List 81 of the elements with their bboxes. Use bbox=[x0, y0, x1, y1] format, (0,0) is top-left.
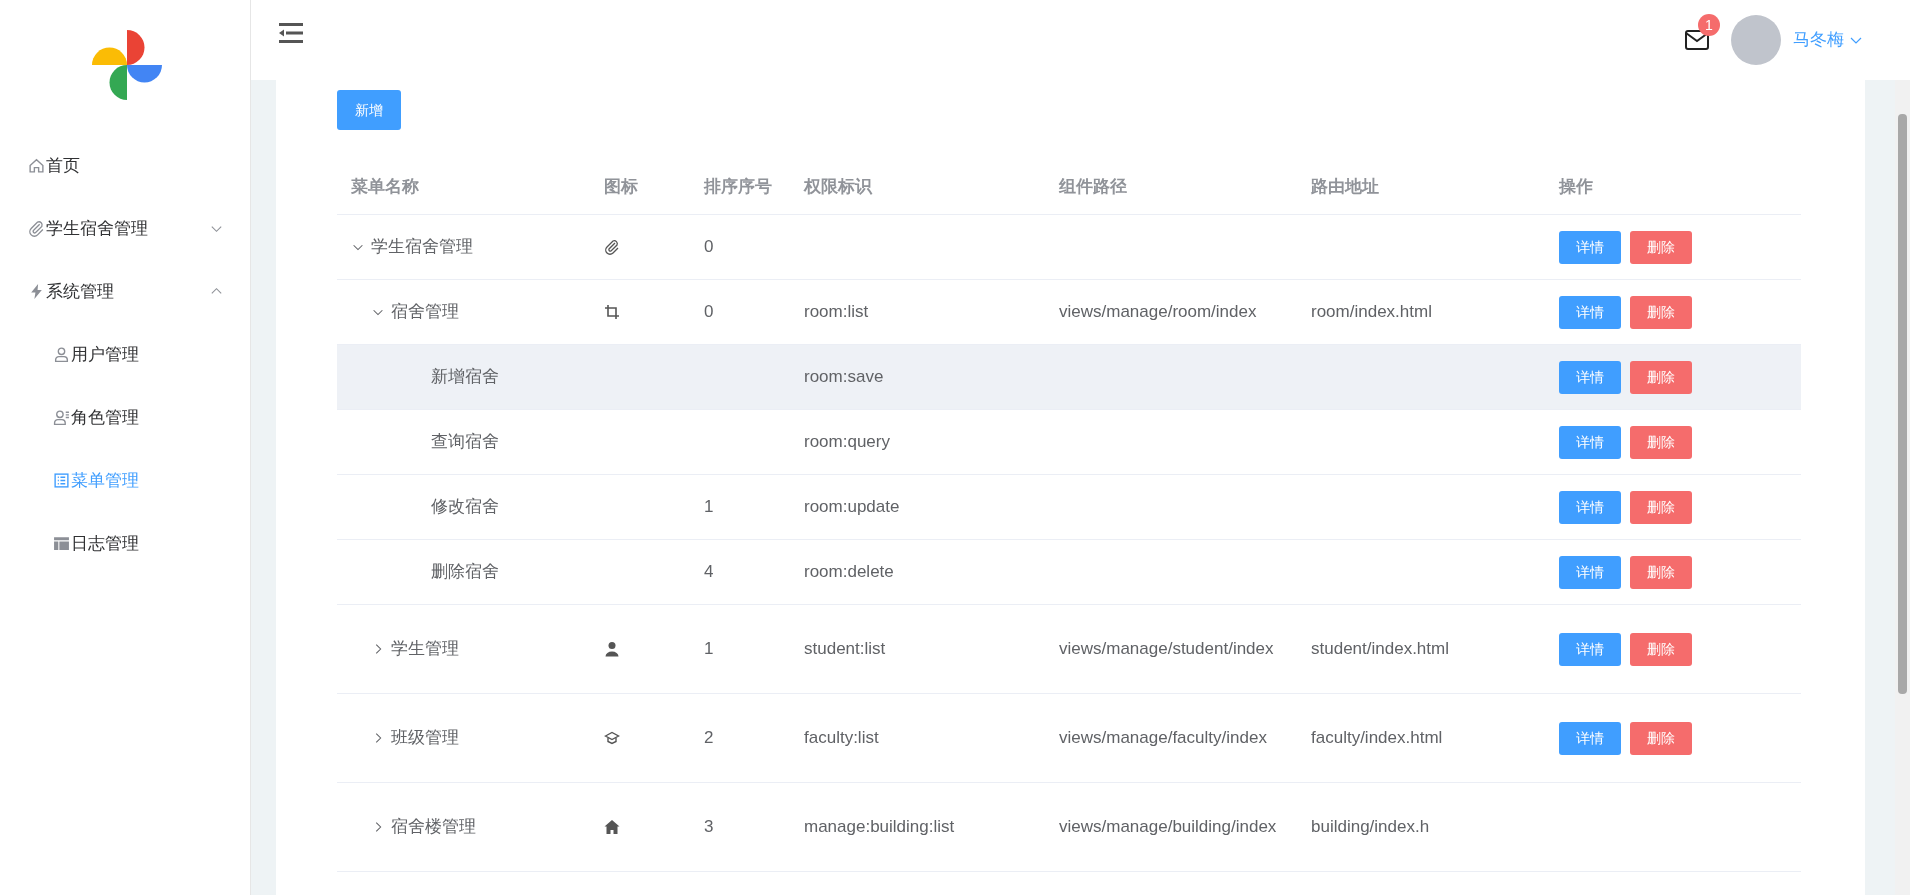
menu-name: 学生宿舍管理 bbox=[371, 236, 473, 259]
component-path: views/manage/building/index bbox=[1059, 816, 1277, 838]
person-icon bbox=[604, 641, 620, 657]
permission-key: faculty:list bbox=[804, 728, 879, 748]
avatar[interactable] bbox=[1731, 15, 1781, 65]
column-header: 组件路径 bbox=[1059, 176, 1127, 196]
sidebar-item[interactable]: 菜单管理 bbox=[0, 449, 250, 512]
sort-number: 1 bbox=[704, 497, 714, 517]
sort-number: 0 bbox=[704, 237, 714, 257]
permission-key: manage:building:list bbox=[804, 817, 955, 837]
permission-key: student:list bbox=[804, 639, 886, 659]
delete-button[interactable]: 删除 bbox=[1630, 360, 1692, 394]
delete-button[interactable]: 删除 bbox=[1630, 295, 1692, 329]
detail-button[interactable]: 详情 bbox=[1559, 490, 1621, 524]
list-icon bbox=[53, 472, 70, 489]
paperclip-icon bbox=[604, 239, 620, 255]
detail-button[interactable]: 详情 bbox=[1559, 632, 1621, 666]
menu-name: 修改宿舍 bbox=[431, 496, 499, 519]
column-header: 图标 bbox=[604, 176, 638, 196]
home-icon bbox=[28, 157, 45, 174]
sort-number: 2 bbox=[704, 728, 714, 748]
permission-key: room:update bbox=[804, 497, 900, 517]
permission-key: room:query bbox=[804, 432, 890, 452]
sidebar-item[interactable]: 角色管理 bbox=[0, 386, 250, 449]
menu-icon[interactable] bbox=[279, 23, 303, 43]
delete-button[interactable]: 删除 bbox=[1630, 230, 1692, 264]
menu-name: 新增宿舍 bbox=[431, 366, 499, 389]
sidebar-item[interactable]: 学生宿舍管理 bbox=[0, 197, 250, 260]
component-path: views/manage/room/index bbox=[1059, 301, 1258, 323]
table-icon bbox=[53, 535, 70, 552]
mail-icon[interactable] bbox=[1685, 30, 1709, 50]
column-header: 菜单名称 bbox=[351, 176, 419, 196]
column-header: 排序序号 bbox=[704, 176, 772, 196]
column-header: 权限标识 bbox=[804, 176, 872, 196]
add-button[interactable]: 新增 bbox=[337, 90, 401, 130]
sidebar-item[interactable]: 用户管理 bbox=[0, 323, 250, 386]
delete-button[interactable]: 删除 bbox=[1630, 425, 1692, 459]
column-header: 操作 bbox=[1559, 176, 1593, 196]
delete-button[interactable]: 删除 bbox=[1630, 490, 1692, 524]
permission-key: room:save bbox=[804, 367, 884, 387]
route-path: student/index.html bbox=[1311, 639, 1449, 659]
route-path: faculty/index.html bbox=[1311, 728, 1443, 748]
delete-button[interactable]: 删除 bbox=[1630, 721, 1692, 755]
sort-number: 4 bbox=[704, 562, 714, 582]
notification-badge: 1 bbox=[1698, 14, 1720, 36]
menu-name: 删除宿舍 bbox=[431, 561, 499, 584]
menu-name: 查询宿舍 bbox=[431, 431, 499, 454]
user-icon bbox=[53, 346, 70, 363]
sort-number: 1 bbox=[704, 639, 714, 659]
detail-button[interactable]: 详情 bbox=[1559, 721, 1621, 755]
pinwheel-logo bbox=[92, 30, 162, 100]
paperclip-icon bbox=[28, 220, 45, 237]
menu-name: 班级管理 bbox=[391, 727, 459, 750]
route-path: room/index.html bbox=[1311, 302, 1432, 322]
menu-name: 宿舍楼管理 bbox=[391, 816, 476, 839]
detail-button[interactable]: 详情 bbox=[1559, 230, 1621, 264]
component-path: views/manage/student/index bbox=[1059, 638, 1275, 660]
delete-button[interactable]: 删除 bbox=[1630, 632, 1692, 666]
permission-key: room:delete bbox=[804, 562, 894, 582]
sidebar-item[interactable]: 日志管理 bbox=[0, 512, 250, 575]
detail-button[interactable]: 详情 bbox=[1559, 360, 1621, 394]
user-list-icon bbox=[53, 409, 70, 426]
graduation-cap-icon bbox=[604, 730, 620, 746]
sidebar-item[interactable]: 系统管理 bbox=[0, 260, 250, 323]
house-icon bbox=[604, 819, 620, 835]
sidebar-item[interactable]: 首页 bbox=[0, 134, 250, 197]
permission-key: room:list bbox=[804, 302, 869, 322]
route-path: building/index.h bbox=[1311, 817, 1430, 837]
delete-button[interactable]: 删除 bbox=[1630, 555, 1692, 589]
detail-button[interactable]: 详情 bbox=[1559, 425, 1621, 459]
sort-number: 3 bbox=[704, 817, 714, 837]
user-name[interactable]: 马冬梅 bbox=[1793, 27, 1844, 53]
detail-button[interactable]: 详情 bbox=[1559, 555, 1621, 589]
crop-icon bbox=[604, 304, 620, 320]
table-row[interactable]: 新增宿舍 room:save 详情 删除 bbox=[337, 345, 1801, 410]
detail-button[interactable]: 详情 bbox=[1559, 295, 1621, 329]
menu-name: 宿舍管理 bbox=[391, 301, 459, 324]
menu-name: 学生管理 bbox=[391, 638, 459, 661]
column-header: 路由地址 bbox=[1311, 176, 1379, 196]
component-path: views/manage/faculty/index bbox=[1059, 727, 1268, 749]
sort-number: 0 bbox=[704, 302, 714, 322]
